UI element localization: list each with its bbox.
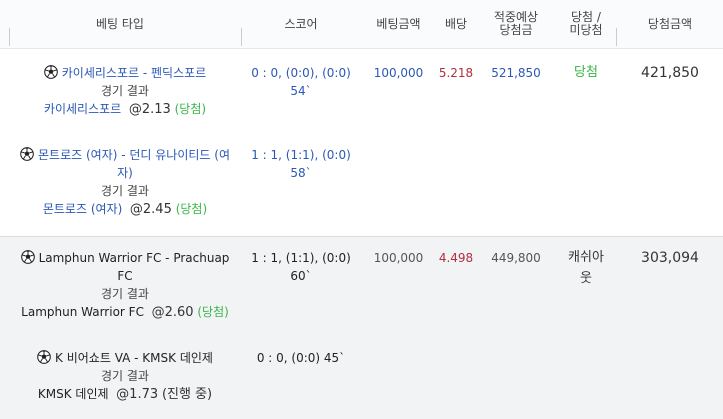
pick-line: 카이세리스포르 @2.13 (당첨) <box>43 102 207 117</box>
score: 0 : 0, (0:0) 45` <box>256 351 346 365</box>
match-title[interactable]: Lamphun Warrior FC - Prachuap <box>10 249 240 267</box>
selection-block: 몬트로즈 (여자) - 던디 유나이티드 (여 자) 경기 결과 몬트로즈 (여… <box>10 146 240 219</box>
match-title[interactable]: 몬트로즈 (여자) - 던디 유나이티드 (여 <box>10 146 240 164</box>
selection-block: 카이세리스포르 - 펜딕스포르 경기 결과 카이세리스포르 @2.13 (당첨) <box>10 64 240 119</box>
table-row[interactable]: 카이세리스포르 - 펜딕스포르 경기 결과 카이세리스포르 @2.13 (당첨)… <box>0 49 723 235</box>
selection-block: Lamphun Warrior FC - Prachuap FC 경기 결과 L… <box>10 249 240 322</box>
expected-win: 449,800 <box>491 251 541 265</box>
match-title-cont: 자) <box>117 166 133 180</box>
result-label: 경기 결과 <box>101 184 149 198</box>
header-result-line2: 미당첨 <box>569 23 603 37</box>
soccer-ball-icon <box>20 147 34 161</box>
pick-line: Lamphun Warrior FC @2.60 (당첨) <box>21 305 229 320</box>
result-label: 경기 결과 <box>101 287 149 301</box>
bet-history-table: 베팅 타입 스코어 베팅금액 배당 적중예상 당첨금 당첨 / 미당첨 당첨금액… <box>0 0 723 419</box>
status-badge: 당첨 <box>574 65 598 80</box>
header-divider <box>9 28 10 46</box>
result-label: 경기 결과 <box>101 84 149 98</box>
table-row[interactable]: Lamphun Warrior FC - Prachuap FC 경기 결과 L… <box>0 236 723 419</box>
win-amount: 303,094 <box>641 250 699 266</box>
header-win-amount: 당첨금액 <box>647 16 693 31</box>
match-title-cont: FC <box>117 269 133 283</box>
result-label: 경기 결과 <box>101 369 149 383</box>
header-bet-amount: 베팅금액 <box>376 16 421 31</box>
header-bet-type: 베팅 타입 <box>96 16 144 31</box>
pick-line: 몬트로즈 (여자) @2.45 (당첨) <box>42 202 208 217</box>
bet-amount: 100,000 <box>373 66 424 80</box>
score: 1 : 1, (1:1), (0:0) 60` <box>251 251 351 283</box>
expected-win: 521,850 <box>491 66 541 80</box>
status-badge: 캐쉬아 웃 <box>568 250 604 286</box>
header-expected-win: 적중예상 당첨금 <box>476 0 556 48</box>
total-odds: 5.218 <box>438 66 474 80</box>
score: 1 : 1, (1:1), (0:0) 58` <box>251 148 351 180</box>
header-odds: 배당 <box>444 16 468 31</box>
total-odds: 4.498 <box>438 251 474 265</box>
win-amount: 421,850 <box>641 65 699 81</box>
match-title[interactable]: 카이세리스포르 - 펜딕스포르 <box>10 64 240 82</box>
match-title[interactable]: K 비어쇼트 VA - KMSK 데인제 <box>10 349 240 367</box>
soccer-ball-icon <box>44 65 58 79</box>
header-result: 당첨 / 미당첨 <box>556 0 616 48</box>
selection-block: K 비어쇼트 VA - KMSK 데인제 경기 결과 KMSK 데인제 @1.7… <box>10 349 240 404</box>
header-score: 스코어 <box>284 16 318 31</box>
soccer-ball-icon <box>37 350 51 364</box>
soccer-ball-icon <box>21 250 35 264</box>
header-expected-line2: 당첨금 <box>499 23 533 37</box>
score: 0 : 0, (0:0), (0:0) 54` <box>251 66 351 98</box>
bet-amount: 100,000 <box>373 251 424 265</box>
pick-line: KMSK 데인제 @1.73 (진행 중) <box>37 387 213 402</box>
table-header: 베팅 타입 스코어 베팅금액 배당 적중예상 당첨금 당첨 / 미당첨 당첨금액 <box>0 0 723 49</box>
